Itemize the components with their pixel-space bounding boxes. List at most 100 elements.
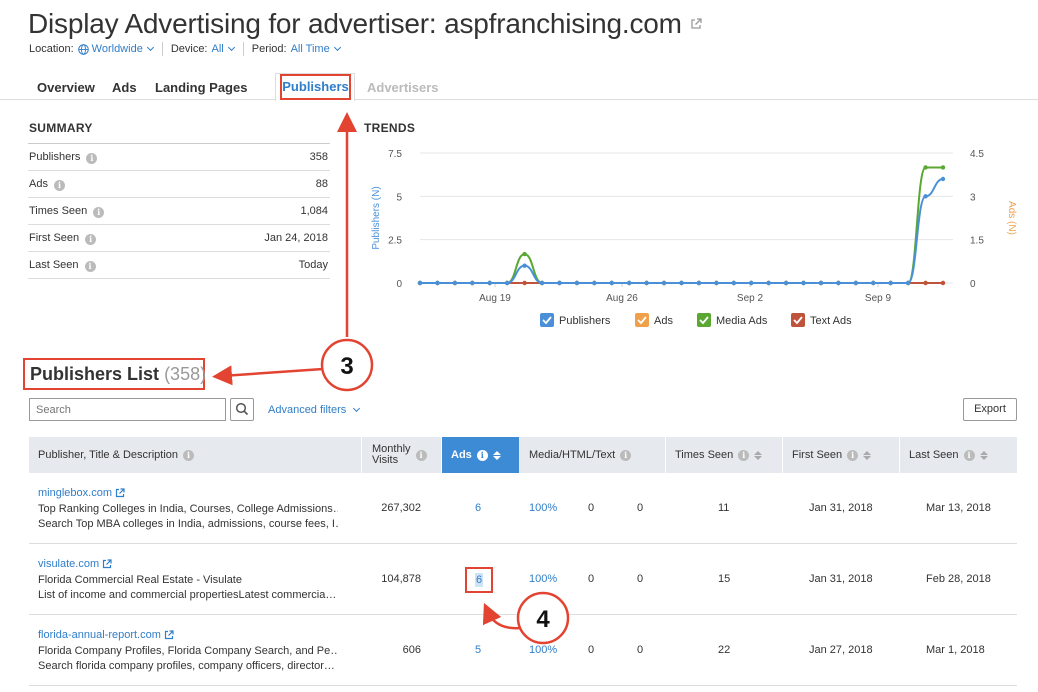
info-icon[interactable]: i	[847, 449, 859, 461]
data-point	[783, 280, 789, 286]
summary-label: Publishers	[29, 150, 81, 163]
publisher-description: List of income and commercial properties…	[38, 589, 337, 601]
summary-row: First Seen i Jan 24, 2018	[28, 225, 330, 252]
series-line-publishers	[419, 178, 944, 284]
data-point	[766, 280, 771, 286]
tab-publishers[interactable]: Publishers	[280, 74, 351, 100]
data-point	[487, 280, 492, 286]
location-dropdown[interactable]: Worldwide	[77, 43, 154, 55]
tab-advertisers: Advertisers	[367, 80, 439, 95]
column-times-seen[interactable]: Times Seen i	[666, 437, 783, 473]
info-icon[interactable]: i	[183, 449, 195, 461]
publisher-link[interactable]: visulate.com	[38, 558, 112, 570]
ads-count-link[interactable]: 5	[475, 615, 481, 685]
column-label: Media/HTML/Text	[529, 449, 616, 461]
html-count: 0	[588, 573, 595, 585]
device-value: All	[211, 43, 224, 55]
x-tick-label: Sep 2	[737, 293, 764, 304]
summary-label: First Seen	[29, 231, 80, 244]
device-dropdown[interactable]: All	[211, 43, 235, 55]
legend-label: Media Ads	[716, 315, 768, 327]
data-point	[609, 280, 614, 286]
info-icon[interactable]: i	[85, 233, 97, 245]
data-point	[557, 280, 562, 286]
tab-overview[interactable]: Overview	[37, 80, 95, 95]
times-seen: 22	[718, 644, 731, 656]
tab-ads[interactable]: Ads	[112, 80, 137, 95]
data-point	[836, 280, 841, 286]
table-row: visulate.com Florida Commercial Real Est…	[29, 544, 1017, 615]
info-icon[interactable]: i	[84, 260, 96, 272]
ads-count-link[interactable]: 6	[475, 473, 481, 543]
data-point	[539, 280, 545, 286]
table-header: Publisher, Title & Description i Monthly V…	[29, 437, 1017, 473]
column-first-seen[interactable]: First Seen i	[783, 437, 900, 473]
monthly-visits: 104,878	[381, 573, 421, 585]
info-icon[interactable]: i	[963, 449, 975, 461]
info-icon[interactable]: i	[620, 449, 632, 461]
column-publisher: Publisher, Title & Description i	[29, 437, 362, 473]
publisher-link[interactable]: florida-annual-report.com	[38, 629, 174, 641]
media-percent-link[interactable]: 100%	[529, 544, 557, 614]
media-percent-link[interactable]: 100%	[529, 615, 557, 685]
y2-tick-label: 0	[970, 279, 976, 290]
publisher-link[interactable]: minglebox.com	[38, 487, 125, 499]
advanced-filters-label: Advanced filters	[268, 404, 347, 416]
callout-arrow	[212, 365, 324, 386]
data-point	[644, 280, 649, 286]
external-link-icon[interactable]	[164, 630, 174, 640]
export-button[interactable]: Export	[963, 398, 1017, 421]
data-point	[714, 280, 719, 286]
sort-icon[interactable]	[754, 450, 763, 460]
info-icon[interactable]: i	[415, 449, 427, 461]
x-tick-label: Aug 19	[479, 293, 511, 304]
legend-checkbox	[635, 313, 649, 327]
data-point	[452, 280, 458, 286]
column-monthly-visits[interactable]: Monthly Visits i	[362, 437, 442, 473]
column-last-seen[interactable]: Last Seen i	[900, 437, 1017, 473]
external-link-icon[interactable]	[690, 5, 702, 37]
column-label: Ads	[451, 449, 472, 461]
summary-value: 1,084	[300, 205, 328, 217]
info-icon[interactable]: i	[53, 179, 65, 191]
y-tick-label: 5	[396, 192, 402, 203]
tab-landing-pages[interactable]: Landing Pages	[155, 80, 247, 95]
location-value: Worldwide	[91, 43, 143, 55]
external-link-icon[interactable]	[102, 559, 112, 569]
data-point	[435, 280, 440, 286]
data-point	[940, 165, 946, 170]
sort-icon[interactable]	[979, 450, 988, 460]
data-point	[522, 263, 527, 268]
period-dropdown[interactable]: All Time	[291, 43, 341, 55]
first-seen: Jan 31, 2018	[809, 573, 873, 585]
advanced-filters-toggle[interactable]: Advanced filters	[268, 404, 361, 416]
media-percent-link[interactable]: 100%	[529, 473, 557, 543]
info-icon[interactable]: i	[476, 449, 488, 461]
info-icon[interactable]: i	[93, 206, 105, 218]
info-icon[interactable]: i	[86, 152, 98, 164]
column-media-html-text: Media/HTML/Text i	[519, 437, 666, 473]
search-button[interactable]	[230, 398, 254, 421]
publisher-title: Florida Commercial Real Estate - Visulat…	[38, 574, 242, 586]
data-point	[522, 280, 527, 286]
legend-label: Text Ads	[810, 315, 852, 327]
sort-icon[interactable]	[492, 450, 501, 460]
column-ads[interactable]: Ads i	[442, 437, 519, 473]
sort-icon[interactable]	[863, 450, 872, 460]
summary-label: Times Seen	[29, 204, 88, 217]
search-input[interactable]	[29, 398, 226, 421]
summary-table: Publishers i 358 Ads i 88 Times Seen i 1,084 F…	[28, 143, 330, 279]
column-label: First Seen	[792, 449, 843, 461]
legend-checkbox	[697, 313, 711, 327]
external-link-icon[interactable]	[115, 488, 125, 498]
data-point	[905, 280, 911, 286]
y2-axis-label: Ads (N)	[1006, 201, 1017, 235]
data-point	[522, 251, 527, 257]
summary-value: Jan 24, 2018	[264, 232, 328, 244]
data-point	[574, 280, 580, 286]
page-title-domain[interactable]: aspfranchising.com	[444, 8, 682, 39]
info-icon[interactable]: i	[738, 449, 750, 461]
publisher-description: Search Top MBA colleges in India, admiss…	[38, 518, 338, 530]
first-seen: Jan 31, 2018	[809, 502, 873, 514]
tab-bar: Overview Ads Landing Pages Publishers Ad…	[0, 73, 1038, 101]
